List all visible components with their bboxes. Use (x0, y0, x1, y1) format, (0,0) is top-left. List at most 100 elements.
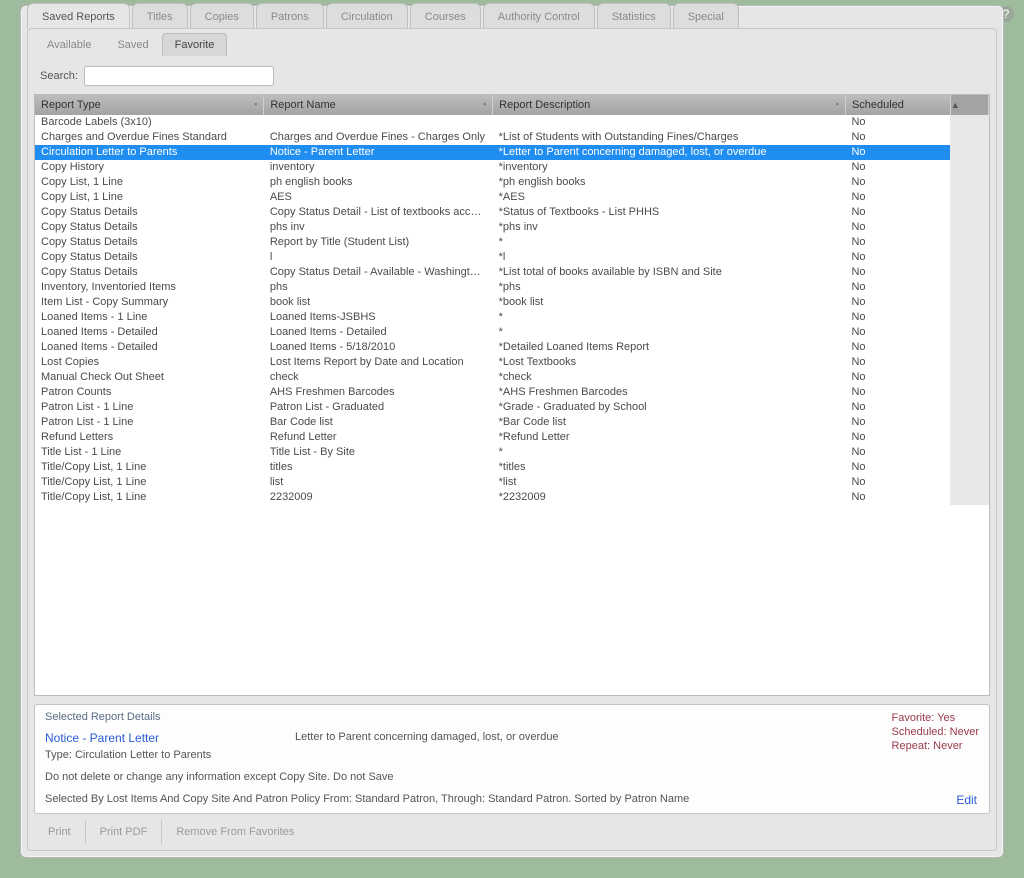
table-row[interactable]: Copy List, 1 LineAES*AESNo (35, 190, 989, 205)
scrollbar-track[interactable] (950, 190, 988, 205)
cell-sched: No (845, 445, 950, 460)
main-tab-titles[interactable]: Titles (132, 3, 188, 28)
report-grid[interactable]: Report Type▪ Report Name▪ Report Descrip… (34, 94, 990, 696)
table-row[interactable]: Copy Status Detailsl*lNo (35, 250, 989, 265)
table-row[interactable]: Lost CopiesLost Items Report by Date and… (35, 355, 989, 370)
table-row[interactable]: Item List - Copy Summarybook list*book l… (35, 295, 989, 310)
main-tab-special[interactable]: Special (673, 3, 739, 28)
table-row[interactable]: Manual Check Out Sheetcheck*checkNo (35, 370, 989, 385)
scrollbar-track[interactable] (950, 430, 988, 445)
sub-tab-saved[interactable]: Saved (104, 33, 161, 56)
scrollbar-track[interactable] (950, 310, 988, 325)
main-tab-patrons[interactable]: Patrons (256, 3, 324, 28)
scrollbar-track[interactable] (950, 340, 988, 355)
scrollbar-track[interactable] (950, 445, 988, 460)
table-row[interactable]: Loaned Items - DetailedLoaned Items - De… (35, 325, 989, 340)
scroll-up-icon[interactable]: ▲ (950, 95, 988, 115)
cell-type: Copy Status Details (35, 265, 264, 280)
table-row[interactable]: Title/Copy List, 1 Linetitles*titlesNo (35, 460, 989, 475)
scrollbar-track[interactable] (950, 145, 988, 160)
main-tab-authority-control[interactable]: Authority Control (483, 3, 595, 28)
table-row[interactable]: Loaned Items - 1 LineLoaned Items-JSBHS*… (35, 310, 989, 325)
cell-desc: *phs inv (493, 220, 846, 235)
table-row[interactable]: Copy Status DetailsCopy Status Detail - … (35, 205, 989, 220)
scrollbar-track[interactable] (950, 250, 988, 265)
scrollbar-track[interactable] (950, 130, 988, 145)
cell-desc: *Grade - Graduated by School (493, 400, 846, 415)
table-row[interactable]: Refund LettersRefund Letter*Refund Lette… (35, 430, 989, 445)
table-row[interactable]: Copy Historyinventory*inventoryNo (35, 160, 989, 175)
scrollbar-track[interactable] (950, 115, 988, 130)
scrollbar-track[interactable] (950, 400, 988, 415)
cell-type: Title/Copy List, 1 Line (35, 460, 264, 475)
sub-tab-available[interactable]: Available (34, 33, 104, 56)
scrollbar-track[interactable] (950, 220, 988, 235)
table-row[interactable]: Title List - 1 LineTitle List - By Site*… (35, 445, 989, 460)
scrollbar-track[interactable] (950, 160, 988, 175)
main-tab-saved-reports[interactable]: Saved Reports (27, 3, 130, 28)
col-header-type[interactable]: Report Type▪ (35, 95, 264, 115)
cell-name: Loaned Items - 5/18/2010 (264, 340, 493, 355)
cell-desc: * (493, 310, 846, 325)
table-row[interactable]: Title/Copy List, 1 Linelist*listNo (35, 475, 989, 490)
cell-sched: No (845, 250, 950, 265)
cell-sched: No (845, 220, 950, 235)
cell-name: AES (264, 190, 493, 205)
table-row[interactable]: Copy Status Detailsphs inv*phs invNo (35, 220, 989, 235)
scrollbar-track[interactable] (950, 385, 988, 400)
cell-type: Loaned Items - 1 Line (35, 310, 264, 325)
cell-sched: No (845, 400, 950, 415)
table-row[interactable]: Loaned Items - DetailedLoaned Items - 5/… (35, 340, 989, 355)
cell-name: phs inv (264, 220, 493, 235)
scrollbar-track[interactable] (950, 235, 988, 250)
table-row[interactable]: Copy Status DetailsCopy Status Detail - … (35, 265, 989, 280)
cell-type: Copy List, 1 Line (35, 190, 264, 205)
cell-name: Bar Code list (264, 415, 493, 430)
scrollbar-track[interactable] (950, 415, 988, 430)
scrollbar-track[interactable] (950, 205, 988, 220)
col-header-desc[interactable]: Report Description▪ (493, 95, 846, 115)
cell-type: Patron Counts (35, 385, 264, 400)
scrollbar-track[interactable] (950, 280, 988, 295)
cell-sched: No (845, 130, 950, 145)
cell-desc: *list (493, 475, 846, 490)
main-tab-circulation[interactable]: Circulation (326, 3, 408, 28)
scrollbar-track[interactable] (950, 355, 988, 370)
scrollbar-track[interactable] (950, 295, 988, 310)
print-button[interactable]: Print (34, 820, 86, 844)
cell-name: l (264, 250, 493, 265)
cell-type: Refund Letters (35, 430, 264, 445)
main-tab-copies[interactable]: Copies (190, 3, 254, 28)
col-header-sched[interactable]: Scheduled (845, 95, 950, 115)
scrollbar-track[interactable] (950, 175, 988, 190)
table-row[interactable]: Charges and Overdue Fines StandardCharge… (35, 130, 989, 145)
table-row[interactable]: Patron List - 1 LineBar Code list*Bar Co… (35, 415, 989, 430)
edit-link[interactable]: Edit (956, 793, 977, 807)
scrollbar-track[interactable] (950, 475, 988, 490)
table-row[interactable]: Inventory, Inventoried Itemsphs*phsNo (35, 280, 989, 295)
remove-from-favorites-button[interactable]: Remove From Favorites (162, 820, 308, 844)
search-input[interactable] (84, 66, 274, 86)
cell-desc: *Lost Textbooks (493, 355, 846, 370)
table-row[interactable]: Copy List, 1 Lineph english books*ph eng… (35, 175, 989, 190)
table-row[interactable]: Barcode Labels (3x10)No (35, 115, 989, 130)
scrollbar-track[interactable] (950, 370, 988, 385)
col-header-name[interactable]: Report Name▪ (264, 95, 493, 115)
scrollbar-track[interactable] (950, 490, 988, 505)
scrollbar-track[interactable] (950, 460, 988, 475)
table-row[interactable]: Patron List - 1 LinePatron List - Gradua… (35, 400, 989, 415)
table-row[interactable]: Patron CountsAHS Freshmen Barcodes*AHS F… (35, 385, 989, 400)
table-row[interactable]: Title/Copy List, 1 Line2232009*2232009No (35, 490, 989, 505)
scrollbar-track[interactable] (950, 265, 988, 280)
details-selected-by: Selected By Lost Items And Copy Site And… (45, 793, 979, 805)
main-tab-courses[interactable]: Courses (410, 3, 481, 28)
cell-type: Copy List, 1 Line (35, 175, 264, 190)
grid-header-row: Report Type▪ Report Name▪ Report Descrip… (35, 95, 989, 115)
sub-tab-favorite[interactable]: Favorite (162, 33, 228, 56)
main-tab-statistics[interactable]: Statistics (597, 3, 671, 28)
table-row[interactable]: Copy Status DetailsReport by Title (Stud… (35, 235, 989, 250)
print-pdf-button[interactable]: Print PDF (86, 820, 163, 844)
table-row[interactable]: Circulation Letter to ParentsNotice - Pa… (35, 145, 989, 160)
scrollbar-track[interactable] (950, 325, 988, 340)
cell-type: Copy Status Details (35, 205, 264, 220)
